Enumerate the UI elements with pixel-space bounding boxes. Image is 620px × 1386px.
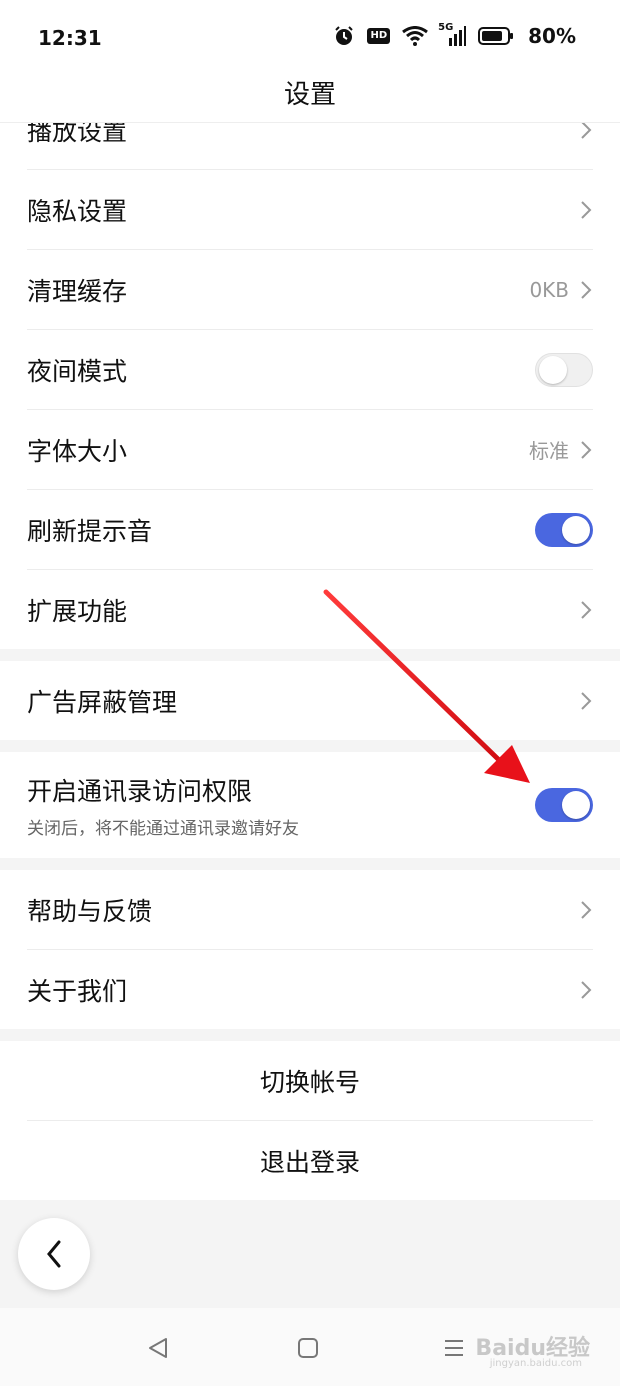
section-divider: [0, 740, 620, 752]
row-label: 帮助与反馈: [27, 896, 153, 926]
status-bar: 12:31 HD 5G 80%: [0, 0, 620, 72]
row-label: 刷新提示音: [27, 516, 153, 546]
settings-row-help[interactable]: 帮助与反馈: [27, 870, 593, 950]
settings-row-extensions[interactable]: 扩展功能: [27, 570, 593, 649]
chevron-right-icon: [581, 600, 592, 619]
switch-account-button[interactable]: 切换帐号: [27, 1041, 593, 1121]
system-menu-icon[interactable]: [442, 1336, 466, 1360]
chevron-right-icon: [581, 440, 592, 459]
status-time: 12:31: [38, 26, 102, 50]
font-size-value: 标准: [529, 439, 569, 463]
settings-content: 播放设置 隐私设置 清理缓存 0KB 夜间模式 字体大小 标准 刷新提示音 扩展…: [0, 90, 620, 1200]
settings-group-ads: 广告屏蔽管理: [0, 661, 620, 740]
hd-badge: HD: [367, 28, 391, 44]
row-label: 清理缓存: [27, 276, 128, 306]
settings-group-general: 播放设置 隐私设置 清理缓存 0KB 夜间模式 字体大小 标准 刷新提示音 扩展…: [0, 90, 620, 649]
settings-row-night-mode: 夜间模式: [27, 330, 593, 410]
settings-row-refresh-sound: 刷新提示音: [27, 490, 593, 570]
alarm-icon: [335, 26, 354, 45]
row-label: 隐私设置: [27, 196, 128, 226]
section-divider: [0, 858, 620, 870]
settings-row-contacts-access: 开启通讯录访问权限 关闭后，将不能通过通讯录邀请好友: [27, 752, 593, 858]
night-mode-toggle[interactable]: [535, 352, 593, 387]
logout-button[interactable]: 退出登录: [27, 1121, 593, 1200]
section-divider: [0, 1029, 620, 1041]
settings-row-about[interactable]: 关于我们: [27, 950, 593, 1029]
row-label: 扩展功能: [27, 596, 128, 626]
system-back-icon[interactable]: [146, 1336, 170, 1360]
chevron-right-icon: [581, 691, 592, 710]
settings-group-account: 切换帐号 退出登录: [0, 1041, 620, 1200]
toggle-knob: [539, 355, 567, 384]
wifi-icon: [402, 26, 429, 46]
settings-row-clear-cache[interactable]: 清理缓存 0KB: [27, 250, 593, 330]
contacts-access-toggle[interactable]: [535, 788, 593, 822]
section-divider: [0, 649, 620, 661]
battery-percent: 80%: [528, 24, 576, 48]
battery-icon: [478, 27, 514, 45]
chevron-right-icon: [581, 980, 592, 999]
row-subtitle: 关闭后，将不能通过通讯录邀请好友: [27, 818, 299, 839]
toggle-knob: [562, 791, 590, 819]
row-label: 夜间模式: [27, 356, 128, 386]
settings-row-ad-block[interactable]: 广告屏蔽管理: [27, 661, 593, 740]
chevron-left-icon: [47, 1240, 61, 1268]
row-label: 关于我们: [27, 976, 128, 1006]
settings-group-contacts: 开启通讯录访问权限 关闭后，将不能通过通讯录邀请好友: [0, 752, 620, 858]
system-home-icon[interactable]: [296, 1336, 320, 1360]
chevron-right-icon: [581, 280, 592, 299]
row-label: 字体大小: [27, 436, 128, 466]
signal-icon: 5G: [438, 22, 467, 46]
row-label: 开启通讯录访问权限: [27, 776, 253, 806]
row-label: 广告屏蔽管理: [27, 687, 178, 717]
watermark-url: jingyan.baidu.com: [489, 1358, 582, 1369]
network-type-label: 5G: [438, 22, 454, 33]
refresh-sound-toggle[interactable]: [535, 512, 593, 547]
chevron-right-icon: [581, 900, 592, 919]
chevron-right-icon: [581, 200, 592, 219]
cache-size-value: 0KB: [529, 277, 569, 302]
nav-bar: 设置: [0, 72, 620, 123]
toggle-knob: [562, 515, 590, 544]
page-title: 设置: [283, 80, 336, 110]
settings-group-support: 帮助与反馈 关于我们: [0, 870, 620, 1029]
back-button[interactable]: [18, 1218, 90, 1290]
settings-row-privacy[interactable]: 隐私设置: [27, 170, 593, 250]
status-icons: HD 5G 80%: [333, 22, 576, 48]
settings-row-font-size[interactable]: 字体大小 标准: [27, 410, 593, 490]
